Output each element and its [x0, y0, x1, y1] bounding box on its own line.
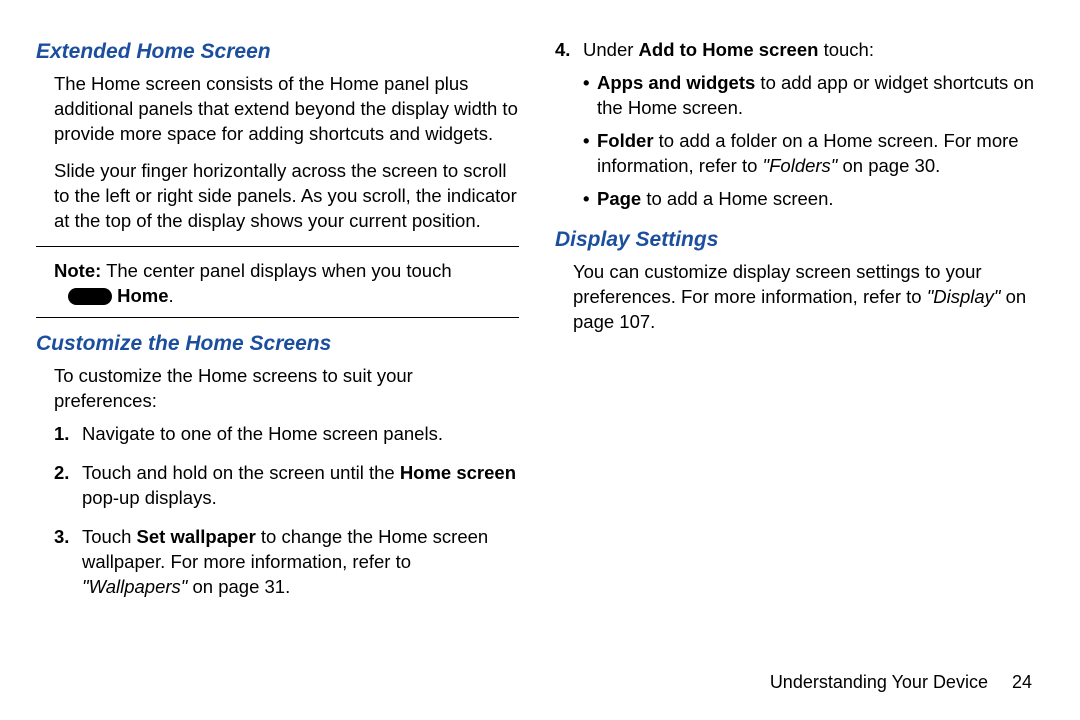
- step-text: pop-up displays.: [82, 487, 217, 508]
- para-text: You can customize display screen setting…: [573, 261, 982, 307]
- home-label: Home: [112, 285, 169, 306]
- bold-text: Folder: [597, 130, 654, 151]
- bullet-text: to add a Home screen.: [641, 188, 833, 209]
- divider: [36, 317, 519, 318]
- steps-list: Navigate to one of the Home screen panel…: [54, 422, 519, 600]
- bold-text: Apps and widgets: [597, 72, 755, 93]
- page-body: Extended Home Screen The Home screen con…: [0, 0, 1080, 640]
- step-text: Navigate to one of the Home screen panel…: [82, 423, 443, 444]
- italic-ref: "Folders": [763, 155, 838, 176]
- step-text: touch:: [818, 39, 874, 60]
- paragraph: You can customize display screen setting…: [573, 260, 1038, 335]
- paragraph: Slide your finger horizontally across th…: [54, 159, 519, 234]
- bullet-item: Folder to add a folder on a Home screen.…: [583, 129, 1038, 179]
- step-text: Touch: [82, 526, 137, 547]
- bold-text: Set wallpaper: [137, 526, 256, 547]
- bold-text: Home screen: [400, 462, 516, 483]
- paragraph: The Home screen consists of the Home pan…: [54, 72, 519, 147]
- step-text: Under: [583, 39, 639, 60]
- bullet-item: Page to add a Home screen.: [583, 187, 1038, 212]
- heading-display-settings: Display Settings: [555, 226, 1038, 254]
- page-footer: Understanding Your Device 24: [770, 670, 1032, 694]
- step-item: Touch and hold on the screen until the H…: [54, 461, 519, 511]
- note-text: The center panel displays when you touch: [101, 260, 451, 281]
- left-column: Extended Home Screen The Home screen con…: [36, 38, 519, 640]
- step-item: Under Add to Home screen touch: Apps and…: [555, 38, 1038, 212]
- footer-section: Understanding Your Device: [770, 672, 988, 692]
- step-item: Navigate to one of the Home screen panel…: [54, 422, 519, 447]
- bold-text: Add to Home screen: [639, 39, 819, 60]
- step-text: on page 31.: [187, 576, 290, 597]
- italic-ref: "Display": [927, 286, 1001, 307]
- bullet-list: Apps and widgets to add app or widget sh…: [583, 71, 1038, 212]
- heading-extended-home-screen: Extended Home Screen: [36, 38, 519, 66]
- intro-text: To customize the Home screens to suit yo…: [54, 364, 519, 414]
- right-column: Under Add to Home screen touch: Apps and…: [555, 38, 1038, 640]
- heading-customize-home-screens: Customize the Home Screens: [36, 330, 519, 358]
- italic-ref: "Wallpapers": [82, 576, 187, 597]
- note: Note: The center panel displays when you…: [54, 259, 519, 309]
- home-button-icon: [68, 288, 112, 305]
- step-item: Touch Set wallpaper to change the Home s…: [54, 525, 519, 600]
- bullet-item: Apps and widgets to add app or widget sh…: [583, 71, 1038, 121]
- footer-page-number: 24: [1012, 672, 1032, 692]
- note-label: Note:: [54, 260, 101, 281]
- bold-text: Page: [597, 188, 641, 209]
- note-period: .: [169, 285, 174, 306]
- divider: [36, 246, 519, 247]
- step-text: Touch and hold on the screen until the: [82, 462, 400, 483]
- steps-list-cont: Under Add to Home screen touch: Apps and…: [555, 38, 1038, 212]
- bullet-text: on page 30.: [837, 155, 940, 176]
